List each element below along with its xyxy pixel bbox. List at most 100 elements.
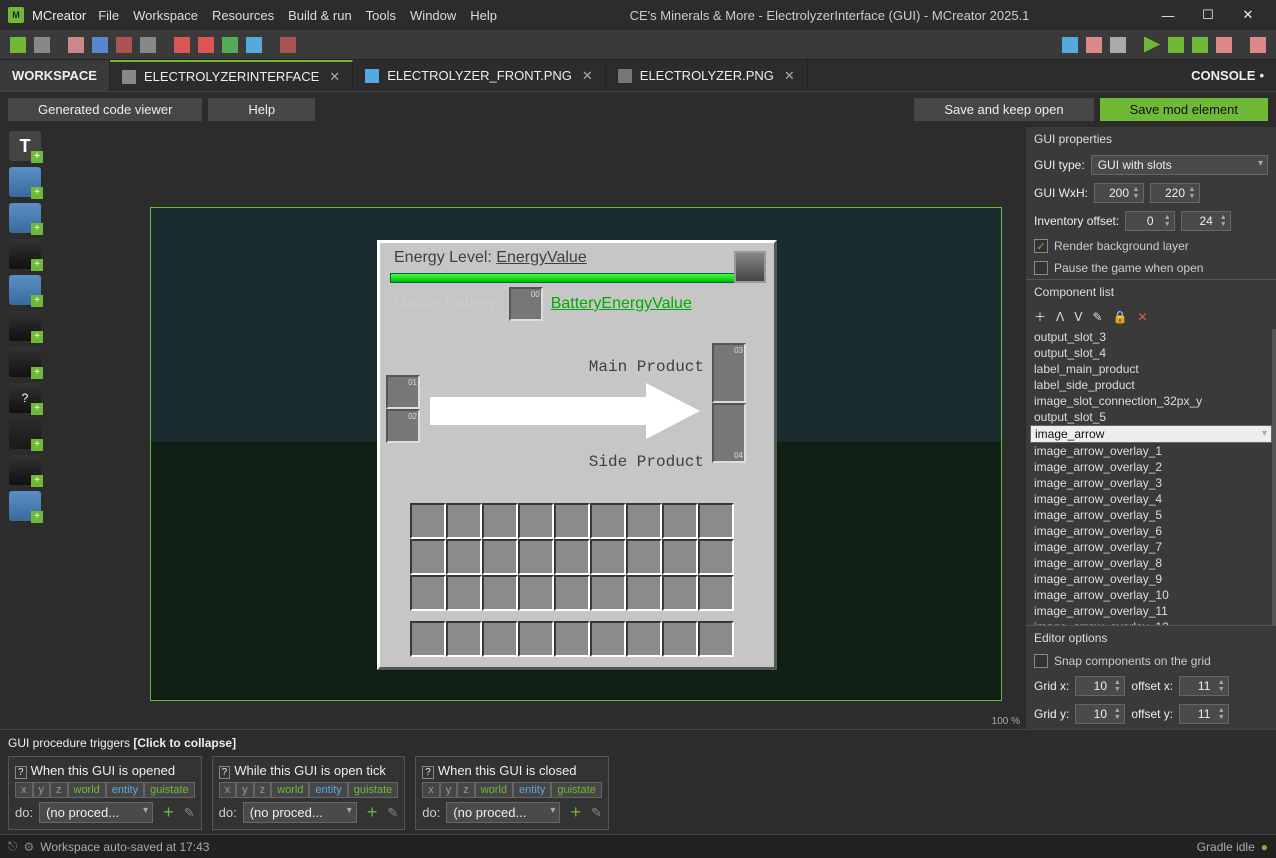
gui-width-spinner[interactable]: 200▲▼: [1094, 183, 1144, 203]
output-slot-side[interactable]: 04: [712, 403, 746, 463]
palette-slot-tool[interactable]: [9, 239, 41, 269]
procedure-select[interactable]: (no proced...: [446, 802, 560, 823]
var-entity[interactable]: entity: [309, 782, 347, 798]
lock-component-icon[interactable]: 🔒: [1113, 310, 1128, 324]
tool-icon-9[interactable]: [222, 37, 238, 53]
render-bg-checkbox[interactable]: ✓Render background layer: [1026, 235, 1276, 257]
output-slot-main[interactable]: 03: [712, 343, 746, 403]
var-guistate[interactable]: guistate: [551, 782, 602, 798]
var-z[interactable]: z: [457, 782, 475, 798]
console-tab[interactable]: CONSOLE•: [1179, 60, 1276, 91]
var-x[interactable]: x: [15, 782, 33, 798]
inv-offset-y-spinner[interactable]: 24▲▼: [1181, 211, 1231, 231]
var-z[interactable]: z: [50, 782, 68, 798]
component-item[interactable]: image_arrow_overlay_1: [1030, 443, 1272, 459]
var-world[interactable]: world: [271, 782, 309, 798]
minimize-button[interactable]: —: [1148, 8, 1188, 23]
inv-slot[interactable]: [410, 503, 446, 539]
palette-entity-tool[interactable]: [9, 491, 41, 521]
tool-icon-r8[interactable]: [1250, 37, 1266, 53]
component-item[interactable]: output_slot_3: [1030, 329, 1272, 345]
procedure-select[interactable]: (no proced...: [243, 802, 357, 823]
var-x[interactable]: x: [422, 782, 440, 798]
menu-resources[interactable]: Resources: [212, 8, 274, 23]
menu-window[interactable]: Window: [410, 8, 456, 23]
palette-fluid-tool[interactable]: [9, 347, 41, 377]
workspace-tab[interactable]: WORKSPACE: [0, 60, 110, 91]
palette-sprite-tool[interactable]: [9, 203, 41, 233]
palette-checkbox-tool[interactable]: [9, 419, 41, 449]
hotbar-slot[interactable]: [482, 621, 518, 657]
inv-slot[interactable]: [482, 575, 518, 611]
inv-slot[interactable]: [698, 575, 734, 611]
gui-height-spinner[interactable]: 220▲▼: [1150, 183, 1200, 203]
inv-slot[interactable]: [518, 503, 554, 539]
inv-slot[interactable]: [590, 575, 626, 611]
menu-build-run[interactable]: Build & run: [288, 8, 352, 23]
tool-icon-r7[interactable]: [1216, 37, 1232, 53]
status-icon-1[interactable]: ⎋: [8, 839, 18, 854]
run-icon[interactable]: [1144, 37, 1160, 53]
edit-procedure-button[interactable]: ✎: [591, 805, 602, 821]
var-y[interactable]: y: [236, 782, 254, 798]
var-y[interactable]: y: [440, 782, 458, 798]
tab-electrolyzer-interface[interactable]: ELECTROLYZERINTERFACE ✕: [110, 60, 353, 91]
var-z[interactable]: z: [254, 782, 272, 798]
help-button[interactable]: Help: [208, 98, 315, 121]
inv-slot[interactable]: [518, 575, 554, 611]
component-item[interactable]: image_arrow_overlay_3: [1030, 475, 1272, 491]
palette-output-slot-tool[interactable]: [9, 311, 41, 341]
close-button[interactable]: ✕: [1228, 7, 1268, 23]
inv-slot[interactable]: [446, 539, 482, 575]
tool-icon-1[interactable]: [10, 37, 26, 53]
component-item[interactable]: output_slot_4: [1030, 345, 1272, 361]
inv-slot[interactable]: [554, 575, 590, 611]
maximize-button[interactable]: ☐: [1188, 7, 1228, 23]
var-x[interactable]: x: [219, 782, 237, 798]
tool-icon-r2[interactable]: [1086, 37, 1102, 53]
component-item[interactable]: image_arrow_overlay_10: [1030, 587, 1272, 603]
inv-slot[interactable]: [446, 575, 482, 611]
component-item[interactable]: image_arrow: [1030, 425, 1272, 443]
save-keep-open-button[interactable]: Save and keep open: [914, 98, 1093, 121]
component-item[interactable]: image_arrow_overlay_6: [1030, 523, 1272, 539]
component-item[interactable]: image_arrow_overlay_5: [1030, 507, 1272, 523]
tool-icon-r5[interactable]: [1168, 37, 1184, 53]
menu-help[interactable]: Help: [470, 8, 497, 23]
var-world[interactable]: world: [475, 782, 513, 798]
inv-slot[interactable]: [626, 539, 662, 575]
add-component-icon[interactable]: ＋: [1034, 308, 1046, 325]
component-item[interactable]: image_arrow_overlay_8: [1030, 555, 1272, 571]
tool-icon-r3[interactable]: [1110, 37, 1126, 53]
tool-icon-7[interactable]: [174, 37, 190, 53]
battery-slot[interactable]: 00: [509, 287, 543, 321]
var-entity[interactable]: entity: [513, 782, 551, 798]
var-guistate[interactable]: guistate: [348, 782, 399, 798]
add-procedure-button[interactable]: +: [566, 802, 585, 823]
add-procedure-button[interactable]: +: [363, 802, 382, 823]
hotbar-slot[interactable]: [446, 621, 482, 657]
offset-x-spinner[interactable]: 11▲▼: [1179, 676, 1229, 696]
inv-slot[interactable]: [518, 539, 554, 575]
tool-icon-2[interactable]: [34, 37, 50, 53]
snap-grid-checkbox[interactable]: Snap components on the grid: [1026, 650, 1276, 672]
palette-image-tool[interactable]: [9, 167, 41, 197]
inv-slot[interactable]: [626, 503, 662, 539]
inv-slot[interactable]: [590, 503, 626, 539]
hotbar-slot[interactable]: [590, 621, 626, 657]
inv-slot[interactable]: [410, 539, 446, 575]
var-guistate[interactable]: guistate: [144, 782, 195, 798]
palette-button-tool[interactable]: ?: [9, 383, 41, 413]
offset-y-spinner[interactable]: 11▲▼: [1179, 704, 1229, 724]
component-item[interactable]: image_slot_connection_32px_y: [1030, 393, 1272, 409]
input-slot-1[interactable]: 01: [386, 375, 420, 409]
inv-slot[interactable]: [698, 539, 734, 575]
tool-icon-8[interactable]: [198, 37, 214, 53]
menu-workspace[interactable]: Workspace: [133, 8, 198, 23]
tab-electrolyzer-front-png[interactable]: ELECTROLYZER_FRONT.PNG ✕: [353, 60, 606, 91]
tool-icon-6[interactable]: [140, 37, 156, 53]
menu-tools[interactable]: Tools: [366, 8, 396, 23]
grid-x-spinner[interactable]: 10▲▼: [1075, 676, 1125, 696]
move-up-icon[interactable]: ᐱ: [1056, 310, 1064, 324]
tool-icon-11[interactable]: [280, 37, 296, 53]
